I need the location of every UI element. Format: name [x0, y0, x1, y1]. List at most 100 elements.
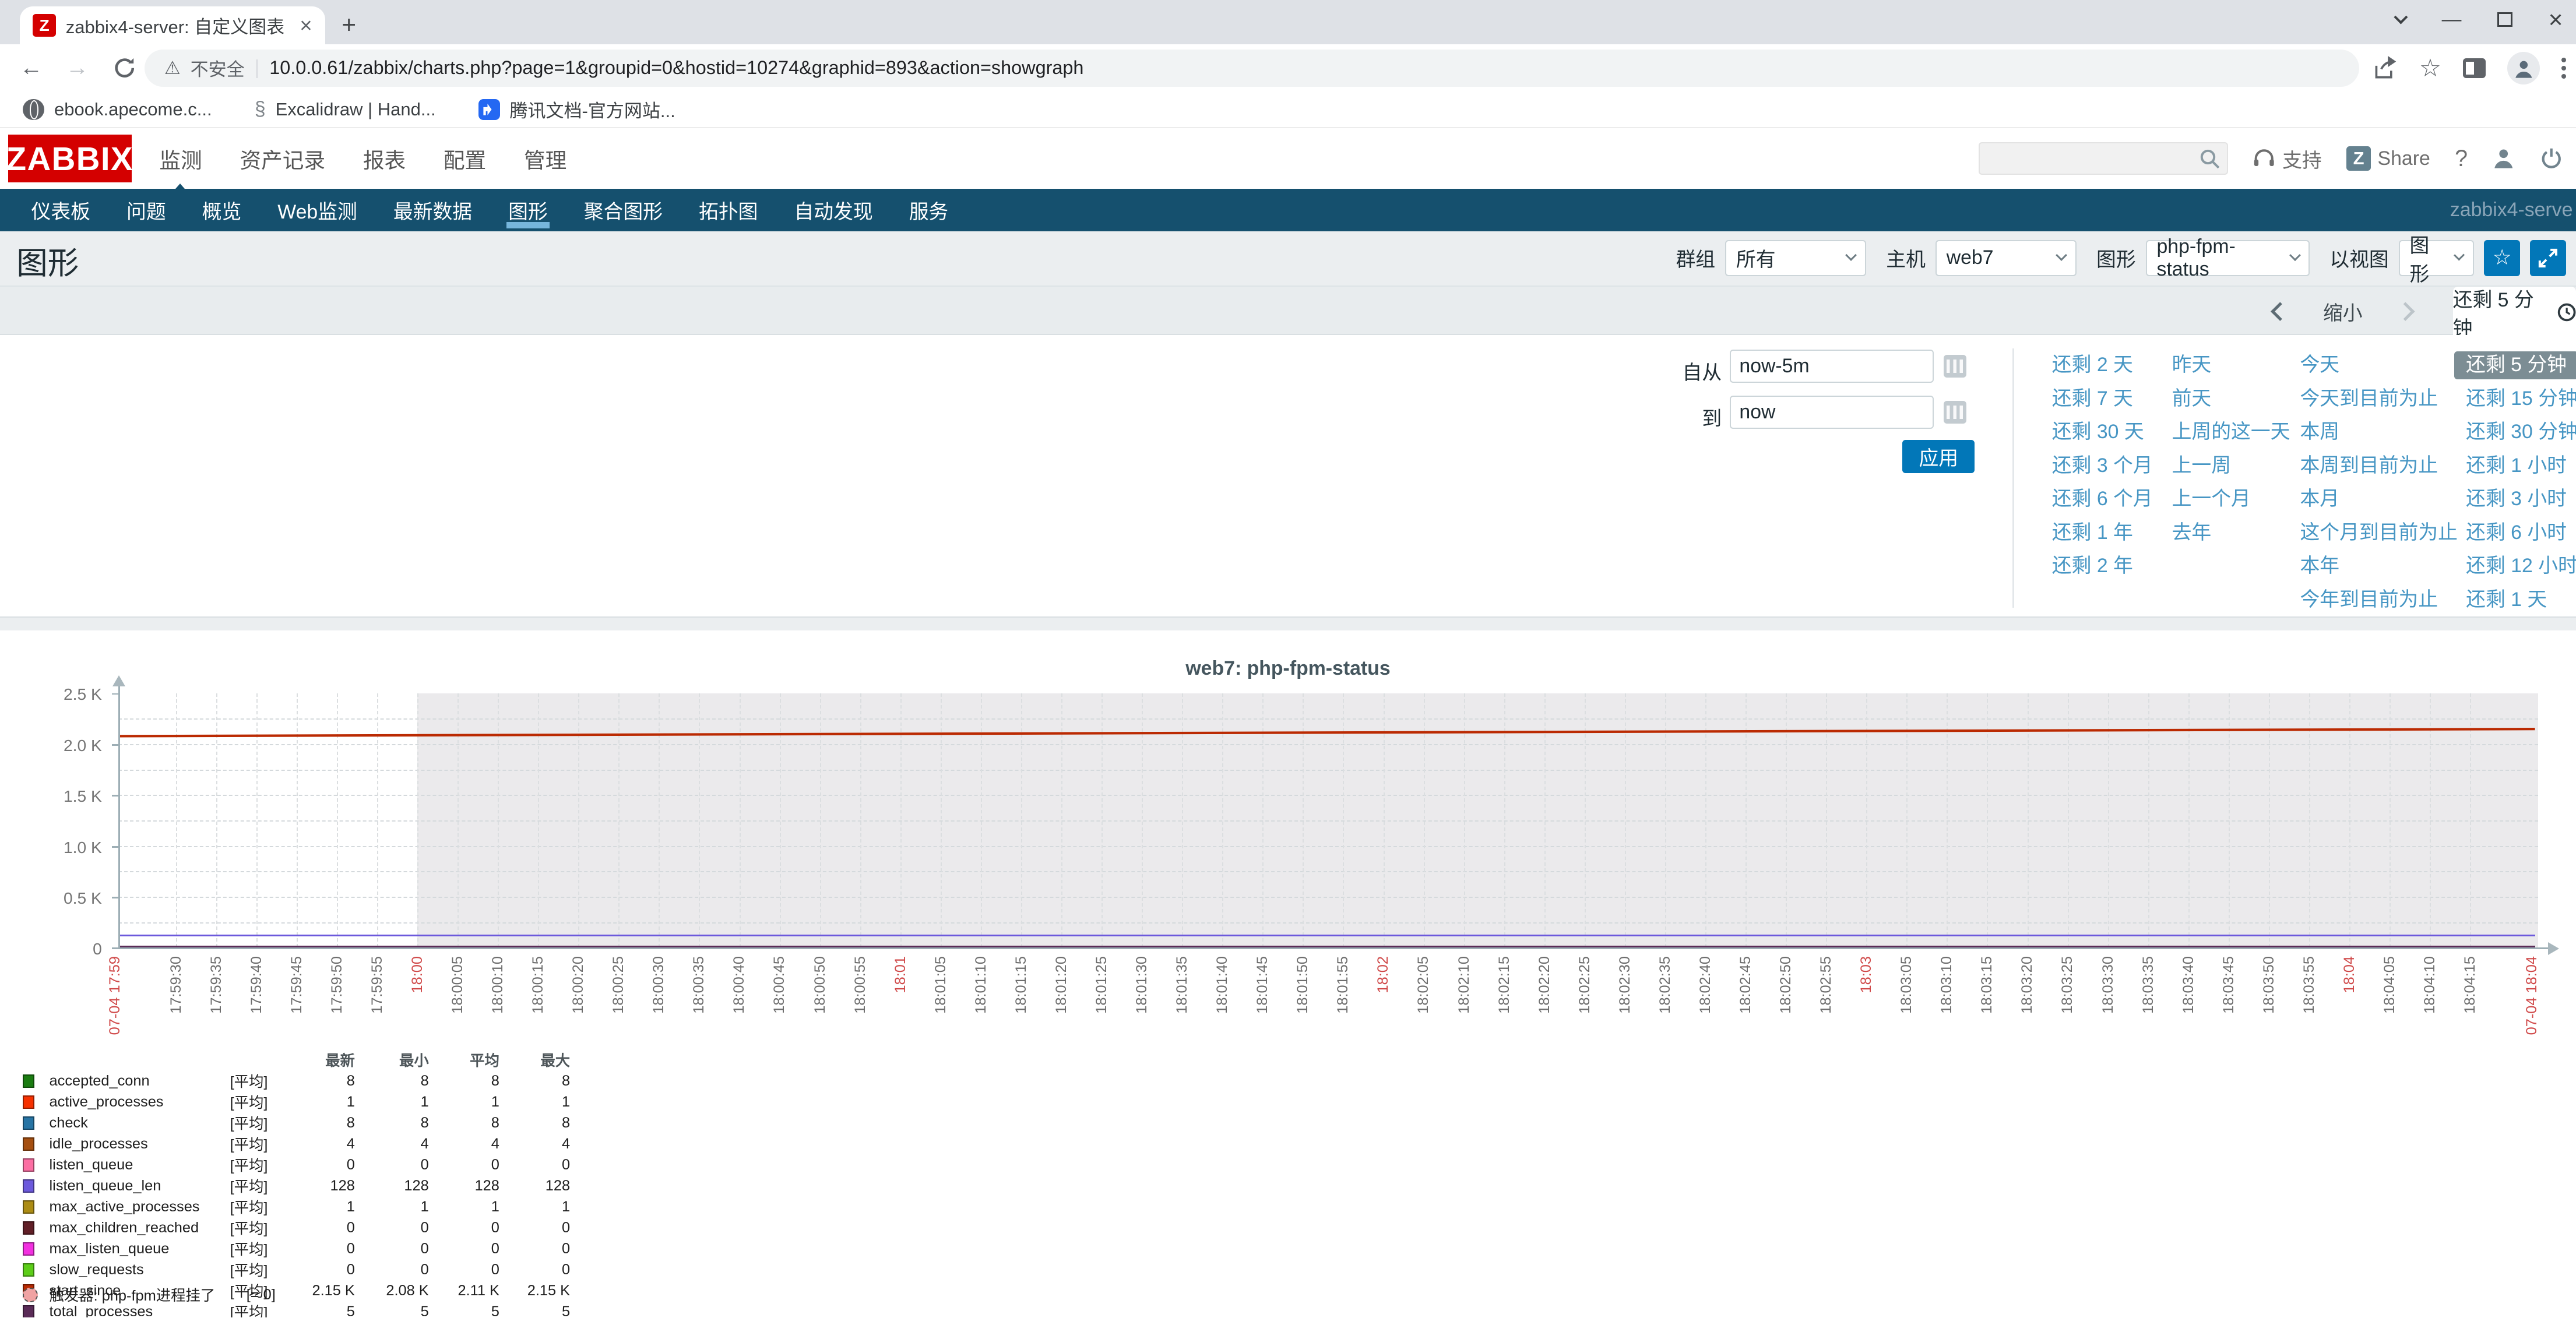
- to-input[interactable]: [1730, 396, 1934, 428]
- url-text[interactable]: 10.0.0.61/zabbix/charts.php?page=1&group…: [269, 57, 1083, 79]
- legend-row: idle_processes[平均]4444: [23, 1133, 570, 1154]
- window-maximize-button[interactable]: [2497, 12, 2512, 27]
- subnav-item[interactable]: 聚合图形: [566, 189, 681, 231]
- legend-last: 1: [294, 1196, 355, 1217]
- group-select[interactable]: 所有: [1725, 240, 1866, 276]
- logout-icon[interactable]: [2540, 147, 2563, 170]
- main-menu-item[interactable]: 报表: [363, 143, 406, 174]
- quick-range-link[interactable]: 昨天: [2172, 351, 2290, 379]
- zabbix-logo[interactable]: ZABBIX: [8, 135, 131, 182]
- quick-range-link[interactable]: 本月: [2300, 485, 2458, 513]
- x-axis-tick-label: 17:59:35: [208, 956, 224, 1058]
- main-menu-item[interactable]: 配置: [444, 143, 486, 174]
- quick-range-link[interactable]: 本周到目前为止: [2300, 452, 2458, 480]
- quick-range-link[interactable]: 还剩 15 分钟: [2466, 385, 2576, 413]
- quick-range-link[interactable]: 还剩 2 天: [2052, 351, 2153, 379]
- side-panel-icon[interactable]: [2463, 58, 2486, 78]
- view-as-select[interactable]: 图形: [2399, 240, 2475, 276]
- add-to-favorites-button[interactable]: ☆: [2484, 240, 2520, 276]
- to-calendar-icon[interactable]: [1944, 401, 1966, 424]
- legend-row: active_processes[平均]1111: [23, 1091, 570, 1112]
- address-bar[interactable]: ⚠ 不安全 | 10.0.0.61/zabbix/charts.php?page…: [145, 50, 2359, 87]
- quick-range-link[interactable]: 还剩 1 天: [2466, 586, 2576, 614]
- user-settings-icon[interactable]: [2492, 147, 2515, 170]
- bookmark-item[interactable]: 腾讯文档-官方网站...: [478, 96, 675, 122]
- kiosk-mode-button[interactable]: [2530, 240, 2566, 276]
- avatar[interactable]: [2507, 52, 2540, 84]
- tab-close-icon[interactable]: ×: [300, 13, 312, 38]
- quick-range-link[interactable]: 上一个月: [2172, 485, 2290, 513]
- apply-button[interactable]: 应用: [1902, 440, 1975, 473]
- main-menu-item[interactable]: 管理: [524, 143, 566, 174]
- window-minimize-button[interactable]: —: [2442, 8, 2462, 31]
- back-button[interactable]: ←: [20, 55, 43, 81]
- quick-range-link[interactable]: 还剩 2 年: [2052, 552, 2153, 580]
- subnav-item[interactable]: 拓扑图: [681, 189, 776, 231]
- subnav-item[interactable]: 问题: [108, 189, 184, 231]
- globe-icon: [23, 99, 44, 121]
- quick-range-link[interactable]: 还剩 5 分钟: [2454, 351, 2576, 379]
- from-input[interactable]: [1730, 350, 1934, 382]
- legend-avg: 1: [429, 1091, 499, 1112]
- time-range-tab[interactable]: 还剩 5 分钟: [2453, 287, 2576, 337]
- reload-button[interactable]: [113, 57, 136, 79]
- from-calendar-icon[interactable]: [1944, 355, 1966, 378]
- quick-range-link[interactable]: 还剩 30 天: [2052, 418, 2153, 446]
- new-tab-button[interactable]: +: [342, 12, 356, 38]
- quick-range-link[interactable]: 还剩 6 个月: [2052, 485, 2153, 513]
- help-link[interactable]: ?: [2455, 146, 2468, 172]
- time-back-chevron-icon[interactable]: [2271, 302, 2290, 321]
- subnav-item[interactable]: 概览: [184, 189, 260, 231]
- subnav-item[interactable]: 自动发现: [776, 189, 891, 231]
- forward-button[interactable]: →: [66, 55, 89, 81]
- legend-color-swatch: [23, 1074, 34, 1088]
- quick-range-link[interactable]: 还剩 3 小时: [2466, 485, 2576, 513]
- quick-range-link[interactable]: 去年: [2172, 519, 2290, 547]
- quick-range-link[interactable]: 今天到目前为止: [2300, 385, 2458, 413]
- x-axis-tick-label: 18:00:45: [771, 956, 787, 1058]
- main-menu-item[interactable]: 监测: [159, 143, 202, 174]
- quick-range-link[interactable]: 今年到目前为止: [2300, 586, 2458, 614]
- share-icon[interactable]: [2371, 56, 2398, 80]
- subnav-item[interactable]: 服务: [891, 189, 967, 231]
- quick-range-link[interactable]: 上一周: [2172, 452, 2290, 480]
- graph-select[interactable]: php-fpm-status: [2146, 240, 2310, 276]
- subnav-item[interactable]: Web监测: [259, 189, 375, 231]
- legend-func: [平均]: [230, 1070, 294, 1091]
- quick-range-link[interactable]: 还剩 12 小时: [2466, 552, 2576, 580]
- group-label: 群组: [1676, 244, 1715, 272]
- share-link[interactable]: Z Share: [2346, 146, 2430, 171]
- quick-range-link[interactable]: 还剩 3 个月: [2052, 452, 2153, 480]
- x-axis-tick-label: 18:02:50: [1778, 956, 1794, 1058]
- quick-range-link[interactable]: 还剩 1 年: [2052, 519, 2153, 547]
- window-close-button[interactable]: ×: [2549, 6, 2563, 34]
- quick-range-link[interactable]: 前天: [2172, 385, 2290, 413]
- legend-func: [平均]: [230, 1196, 294, 1217]
- quick-range-link[interactable]: 今天: [2300, 351, 2458, 379]
- support-link[interactable]: 支持: [2253, 145, 2321, 173]
- x-axis-tick-label: 18:00:40: [731, 956, 747, 1058]
- host-select[interactable]: web7: [1935, 240, 2077, 276]
- browser-menu-icon[interactable]: [2561, 58, 2566, 79]
- subnav-item[interactable]: 图形: [490, 189, 566, 231]
- bookmark-item[interactable]: ebook.apecome.c...: [23, 99, 212, 121]
- quick-range-link[interactable]: 上周的这一天: [2172, 418, 2290, 446]
- x-axis-tick-label: 18:01:45: [1254, 956, 1271, 1058]
- quick-range-link[interactable]: 还剩 6 小时: [2466, 519, 2576, 547]
- browser-tab[interactable]: Z zabbix4-server: 自定义图表 [每 ×: [20, 6, 325, 44]
- quick-range-link[interactable]: 还剩 7 天: [2052, 385, 2153, 413]
- quick-range-link[interactable]: 本周: [2300, 418, 2458, 446]
- main-menu-item[interactable]: 资产记录: [240, 143, 325, 174]
- bookmark-item[interactable]: §Excalidraw | Hand...: [255, 98, 436, 121]
- zoom-out-button[interactable]: 缩小: [2323, 297, 2363, 326]
- quick-range-link[interactable]: 这个月到目前为止: [2300, 519, 2458, 547]
- subnav-item[interactable]: 最新数据: [375, 189, 490, 231]
- bookmark-star-icon[interactable]: ☆: [2419, 57, 2441, 79]
- quick-range-link[interactable]: 本年: [2300, 552, 2458, 580]
- quick-range-link[interactable]: 还剩 1 小时: [2466, 452, 2576, 480]
- tab-search-chevron-icon[interactable]: [2394, 10, 2408, 24]
- quick-range-link[interactable]: 还剩 30 分钟: [2466, 418, 2576, 446]
- time-forward-chevron-icon[interactable]: [2396, 302, 2415, 321]
- subnav-item[interactable]: 仪表板: [13, 189, 108, 231]
- search-input[interactable]: [1979, 142, 2228, 175]
